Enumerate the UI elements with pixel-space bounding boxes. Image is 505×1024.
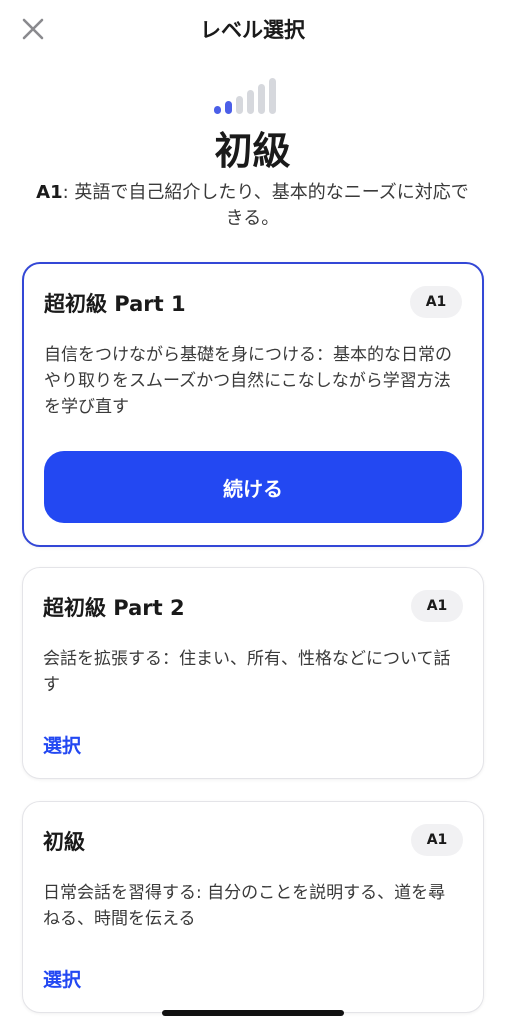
course-description: 会話を拡張する：住まい、所有、性格などについて話す (43, 649, 451, 695)
signal-level-icon (214, 74, 294, 114)
continue-button[interactable]: 続ける (44, 451, 462, 523)
level-description-text: : 英語で自己紹介したり、基本的なニーズに対応できる。 (62, 182, 469, 229)
level-badge: A1 (411, 590, 463, 622)
level-selection-screen: レベル選択 初級 A1: 英語で自己紹介したり、基本的なニーズに対応できる。 超… (0, 0, 505, 1024)
level-bar (236, 96, 243, 114)
course-title: 超初級 Part 2 (43, 596, 185, 620)
level-badge: A1 (411, 824, 463, 856)
level-bar (214, 106, 221, 114)
select-button[interactable]: 選択 (43, 965, 81, 992)
level-bar (258, 84, 265, 114)
course-description: 自信をつけながら基礎を身につける：基本的な日常のやり取りをスムーズかつ自然にこな… (44, 345, 452, 417)
home-indicator (162, 1010, 344, 1016)
level-description: A1: 英語で自己紹介したり、基本的なニーズに対応できる。 (36, 180, 469, 232)
page-title: レベル選択 (200, 18, 305, 42)
header: レベル選択 (0, 0, 505, 60)
level-bar (247, 90, 254, 114)
level-bar (269, 78, 276, 114)
course-card-beginner[interactable]: 初級 A1 日常会話を習得する: 自分のことを説明する、道を尋ねる、時間を伝える… (22, 801, 484, 1013)
course-card-part-2[interactable]: 超初級 Part 2 A1 会話を拡張する：住まい、所有、性格などについて話す … (22, 567, 484, 779)
course-card-part-1[interactable]: 超初級 Part 1 A1 自信をつけながら基礎を身につける：基本的な日常のやり… (22, 262, 484, 547)
level-title: 初級 (214, 129, 291, 173)
course-description: 日常会話を習得する: 自分のことを説明する、道を尋ねる、時間を伝える (43, 883, 446, 929)
level-bar (225, 101, 232, 114)
select-button[interactable]: 選択 (43, 731, 81, 758)
course-title: 超初級 Part 1 (44, 292, 186, 316)
level-code: A1 (36, 182, 63, 203)
course-title: 初級 (43, 830, 85, 854)
level-badge: A1 (410, 286, 462, 318)
